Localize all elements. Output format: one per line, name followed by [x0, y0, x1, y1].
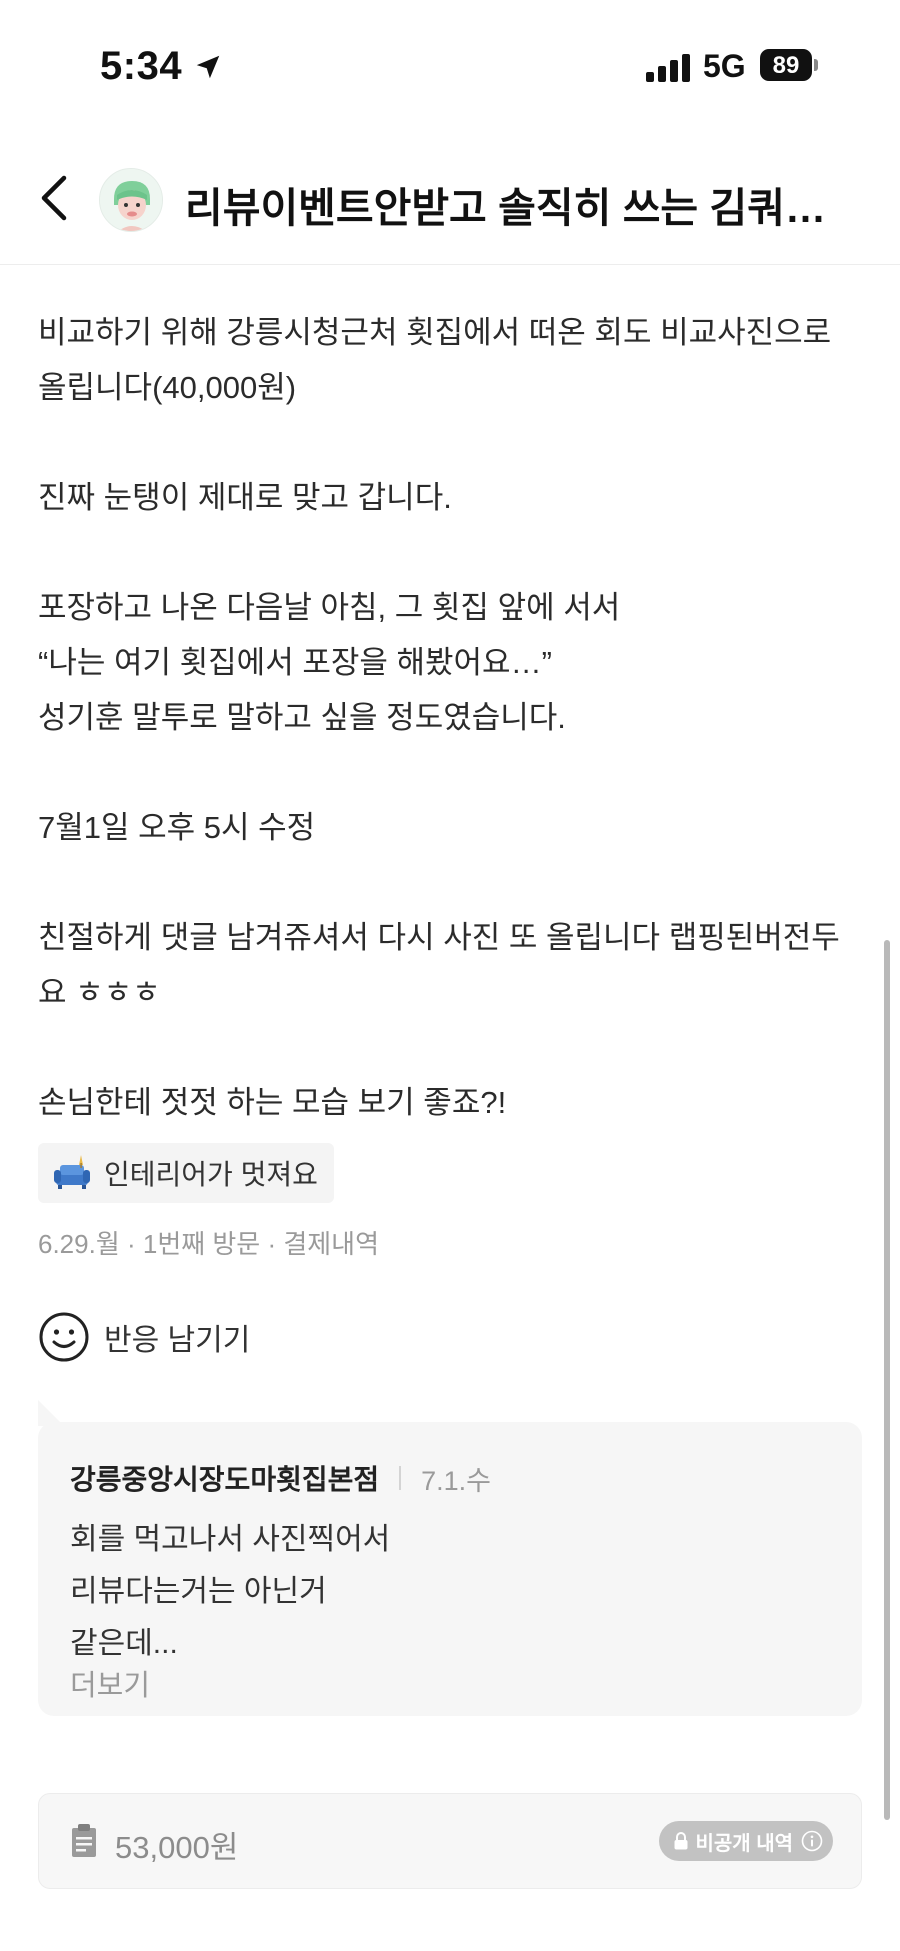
review-paragraph: 요 ㅎㅎㅎ: [38, 975, 161, 1010]
reaction-label: 반응 남기기: [104, 1324, 251, 1357]
signal-bars-icon: [646, 54, 690, 82]
review-header: 리뷰이벤트안받고 솔직히 쓰는 김쿼…: [0, 150, 900, 265]
network-label: 5G: [703, 48, 746, 84]
info-icon: [801, 1830, 823, 1852]
review-paragraph: 올립니다(40,000원): [38, 370, 297, 405]
reply-divider: [399, 1466, 402, 1490]
private-label: 비공개 내역: [695, 1832, 793, 1855]
review-paragraph: [38, 525, 868, 580]
receipt-icon: [72, 1824, 96, 1857]
review-paragraph: 진짜 눈탱이 제대로 맞고 갑니다.: [38, 480, 452, 515]
profile-avatar-icon: [100, 169, 162, 231]
review-content: 비교하기 위해 강릉시청근처 횟집에서 떠온 회도 비교사진으로올립니다(40,…: [38, 305, 868, 1130]
review-text: 비교하기 위해 강릉시청근처 횟집에서 떠온 회도 비교사진으로올립니다(40,…: [38, 305, 868, 1130]
private-history-badge[interactable]: 비공개 내역: [659, 1821, 833, 1861]
lock-icon: [674, 1832, 688, 1850]
visit-meta: 6.29.월 · 1번째 방문 · 결제내역: [38, 1229, 380, 1259]
payment-amount: 53,000원: [115, 1830, 239, 1865]
reply-header: 강릉중앙시장도마횟집본점 7.1.수: [70, 1458, 491, 1498]
review-paragraph: [38, 745, 868, 800]
review-paragraph: [38, 415, 868, 470]
reply-line: 회를 먹고나서 사진찍어서: [70, 1523, 391, 1556]
chevron-left-icon: [41, 175, 67, 221]
scrollbar[interactable]: [884, 940, 890, 1820]
smile-icon: [39, 1312, 89, 1362]
review-paragraph: 손님한테 젓젓 하는 모습 보기 좋죠?!: [38, 1085, 507, 1120]
battery-tip: [814, 59, 818, 71]
status-time: 5:34: [100, 44, 183, 88]
reply-store-name: 강릉중앙시장도마횟집본점: [70, 1464, 380, 1495]
reply-line: 리뷰다는거는 아닌거: [70, 1575, 327, 1608]
reply-text: 회를 먹고나서 사진찍어서 리뷰다는거는 아닌거 같은데...: [70, 1514, 390, 1670]
payment-card: 53,000원 비공개 내역: [38, 1793, 862, 1889]
battery-level: 89: [772, 52, 800, 79]
review-paragraph: 7월1일 오후 5시 수정: [38, 810, 316, 845]
review-paragraph: 친절하게 댓글 남겨쥬셔서 다시 사진 또 올립니다 랩핑된버전두: [38, 920, 840, 955]
review-paragraph: 포장하고 나온 다음날 아침, 그 횟집 앞에 서서: [38, 590, 621, 625]
battery-indicator: 89: [760, 49, 818, 81]
sofa-icon: [54, 1155, 90, 1189]
reply-date: 7.1.수: [421, 1465, 492, 1496]
reply-more-link[interactable]: 더보기: [70, 1662, 150, 1704]
tag-label: 인테리어가 멋져요: [104, 1159, 318, 1190]
avatar[interactable]: [99, 168, 163, 232]
location-arrow-icon: [196, 55, 220, 79]
status-bar: 5:34 5G 89: [0, 0, 900, 130]
owner-reply: 강릉중앙시장도마횟집본점 7.1.수 회를 먹고나서 사진찍어서 리뷰다는거는 …: [38, 1422, 862, 1716]
review-paragraph: [38, 1020, 868, 1075]
review-paragraph: 성기훈 말투로 말하고 싶을 정도였습니다.: [38, 700, 566, 735]
back-button[interactable]: [30, 168, 80, 228]
keyword-tag: 인테리어가 멋져요: [38, 1143, 334, 1203]
leave-reaction-button[interactable]: 반응 남기기: [38, 1310, 250, 1364]
review-paragraph: [38, 855, 868, 910]
review-paragraph: “나는 여기 횟집에서 포장을 해봤어요…”: [38, 645, 552, 680]
page-title: 리뷰이벤트안받고 솔직히 쓰는 김쿼…: [185, 185, 826, 231]
review-paragraph: 비교하기 위해 강릉시청근처 횟집에서 떠온 회도 비교사진으로: [38, 315, 832, 350]
